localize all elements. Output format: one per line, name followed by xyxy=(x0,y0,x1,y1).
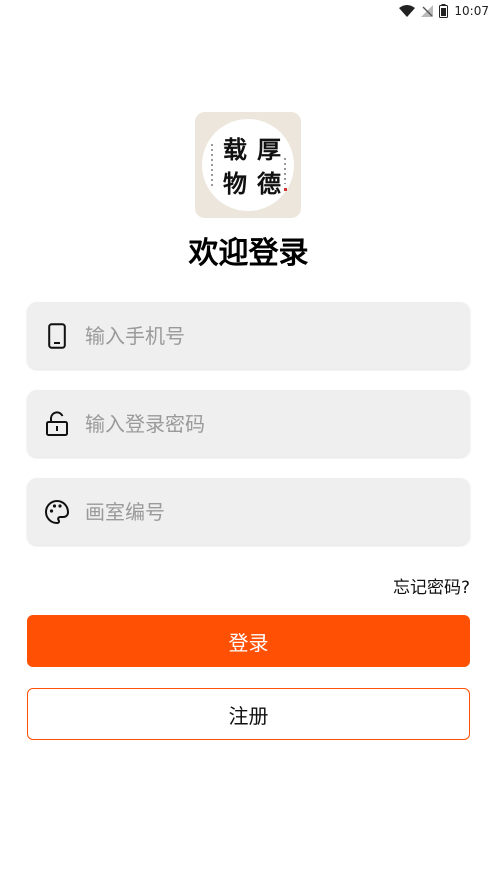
battery-icon xyxy=(439,4,449,18)
register-button[interactable]: 注册 xyxy=(27,688,470,740)
phone-icon xyxy=(43,322,71,350)
palette-icon xyxy=(43,498,71,526)
app-logo: 厚 德 载 物 xyxy=(195,112,301,218)
no-signal-icon xyxy=(421,5,434,17)
status-time: 10:07 xyxy=(454,4,489,18)
logo-char-zai: 载 xyxy=(223,135,247,164)
forgot-password-link[interactable]: 忘记密码? xyxy=(393,573,470,598)
password-input[interactable] xyxy=(83,410,470,437)
page-title: 欢迎登录 xyxy=(188,236,309,271)
phone-field[interactable] xyxy=(27,302,470,369)
studio-field[interactable] xyxy=(27,478,470,545)
studio-input[interactable] xyxy=(83,498,470,525)
unlock-icon xyxy=(43,410,71,438)
logo-char-hou: 厚 xyxy=(257,135,281,164)
phone-input[interactable] xyxy=(83,322,470,349)
logo-char-wu: 物 xyxy=(223,169,247,198)
password-field[interactable] xyxy=(27,390,470,457)
logo-char-de: 德 xyxy=(257,169,281,198)
login-button[interactable]: 登录 xyxy=(27,615,470,667)
status-bar: 10:07 xyxy=(0,0,497,22)
wifi-icon xyxy=(399,5,416,17)
